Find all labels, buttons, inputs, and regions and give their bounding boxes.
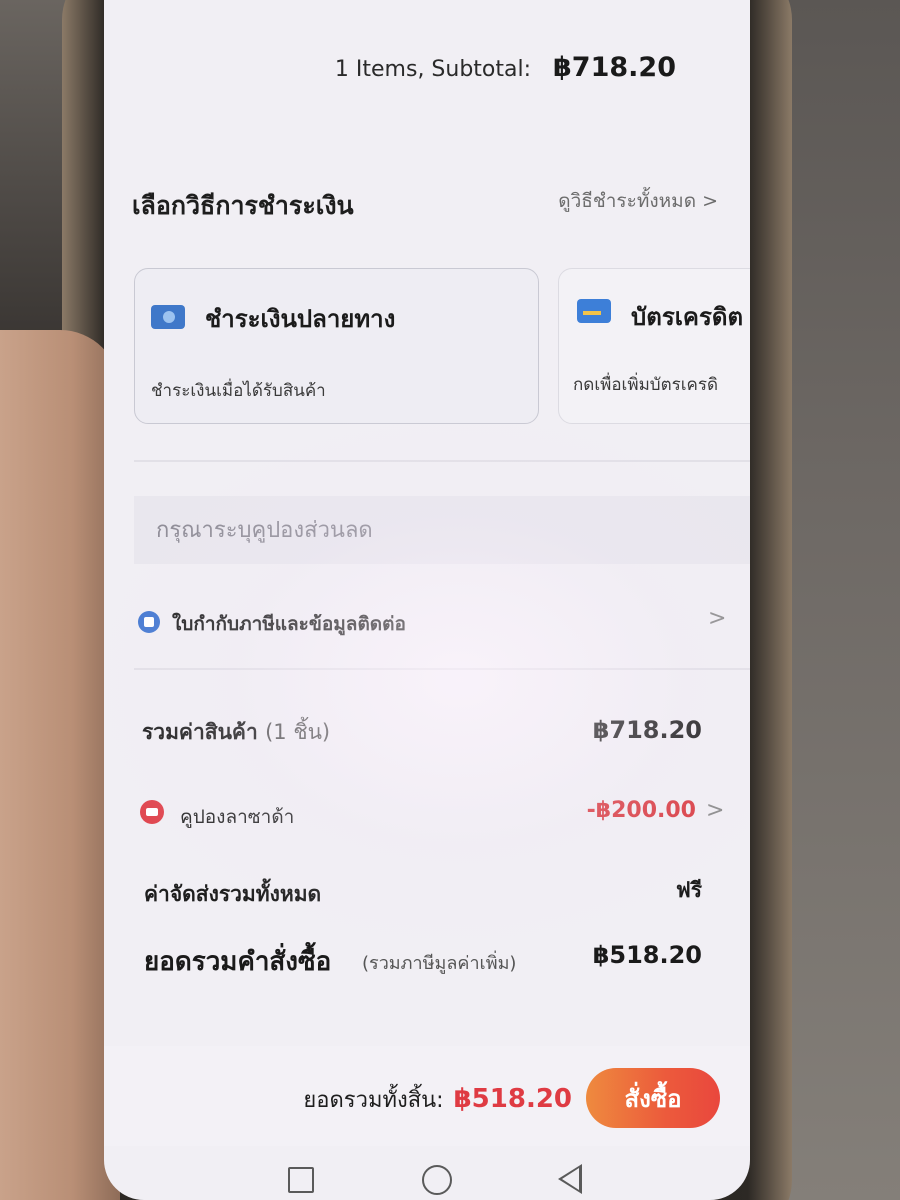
items-subtotal-label: 1 Items, Subtotal: (334, 57, 532, 82)
home-nav-icon[interactable] (422, 1165, 452, 1195)
subtotal-amount: ฿718.20 (553, 52, 676, 83)
lazada-coupon-label: คูปองลาซาด้า (180, 806, 295, 828)
chevron-right-icon[interactable]: > (706, 798, 724, 823)
lazada-coupon-amount[interactable]: -฿200.00 (587, 798, 696, 823)
divider (134, 460, 750, 462)
lazada-coupon-icon (140, 800, 164, 824)
hand (0, 330, 120, 1200)
divider (134, 668, 750, 670)
payment-method-subtitle: ชำระเงินเมื่อได้รับสินค้า (151, 381, 326, 401)
payment-method-title: ชำระเงินปลายทาง (205, 305, 396, 333)
tax-invoice-row[interactable]: ใบกำกับภาษีและข้อมูลติดต่อ > (136, 604, 726, 640)
tax-invoice-label: ใบกำกับภาษีและข้อมูลติดต่อ (172, 613, 406, 635)
grand-total: ยอดรวมทั้งสิ้น: ฿518.20 (303, 1082, 572, 1117)
invoice-icon (138, 611, 160, 633)
shipping-label: ค่าจัดส่งรวมทั้งหมด (144, 882, 322, 906)
view-all-payment-methods-link[interactable]: ดูวิธีชำระทั้งหมด > (558, 186, 718, 216)
order-total-label: ยอดรวมคำสั่งซื้อ (144, 947, 332, 977)
coupon-box (134, 496, 750, 564)
order-total-amount: ฿518.20 (592, 941, 702, 969)
payment-section-title: เลือกวิธีการชำระเงิน (132, 191, 354, 220)
recents-nav-icon[interactable] (288, 1167, 314, 1193)
cash-on-delivery-icon (151, 305, 185, 329)
shipping-value: ฟรี (675, 878, 702, 902)
payment-method-title: บัตรเครดิต (631, 303, 744, 331)
items-total-label-group: รวมค่าสินค้า (1 ชิ้น) (142, 716, 330, 749)
grand-total-label: ยอดรวมทั้งสิ้น: (303, 1088, 444, 1113)
coupon-input[interactable] (156, 512, 716, 548)
checkout-screen: 1 Items, Subtotal: ฿718.20 เลือกวิธีการช… (104, 0, 750, 1200)
order-total-note: (รวมภาษีมูลค่าเพิ่ม) (362, 953, 517, 974)
chevron-right-icon: > (708, 606, 727, 631)
payment-method-cod-card[interactable]: ชำระเงินปลายทาง ชำระเงินเมื่อได้รับสินค้… (134, 268, 539, 424)
back-nav-icon[interactable] (558, 1164, 582, 1194)
credit-card-icon (577, 299, 611, 323)
items-count: (1 ชิ้น) (265, 720, 331, 744)
subtotal-row: 1 Items, Subtotal: ฿718.20 (335, 52, 676, 83)
items-total-label: รวมค่าสินค้า (142, 720, 258, 744)
grand-total-amount: ฿518.20 (453, 1084, 572, 1114)
place-order-button[interactable]: สั่งซื้อ (586, 1068, 720, 1128)
payment-method-credit-card[interactable]: บัตรเครดิต กดเพื่อเพิ่มบัตรเครดิ (558, 268, 750, 424)
payment-method-subtitle: กดเพื่อเพิ่มบัตรเครดิ (573, 375, 719, 395)
items-total-amount: ฿718.20 (592, 716, 702, 744)
